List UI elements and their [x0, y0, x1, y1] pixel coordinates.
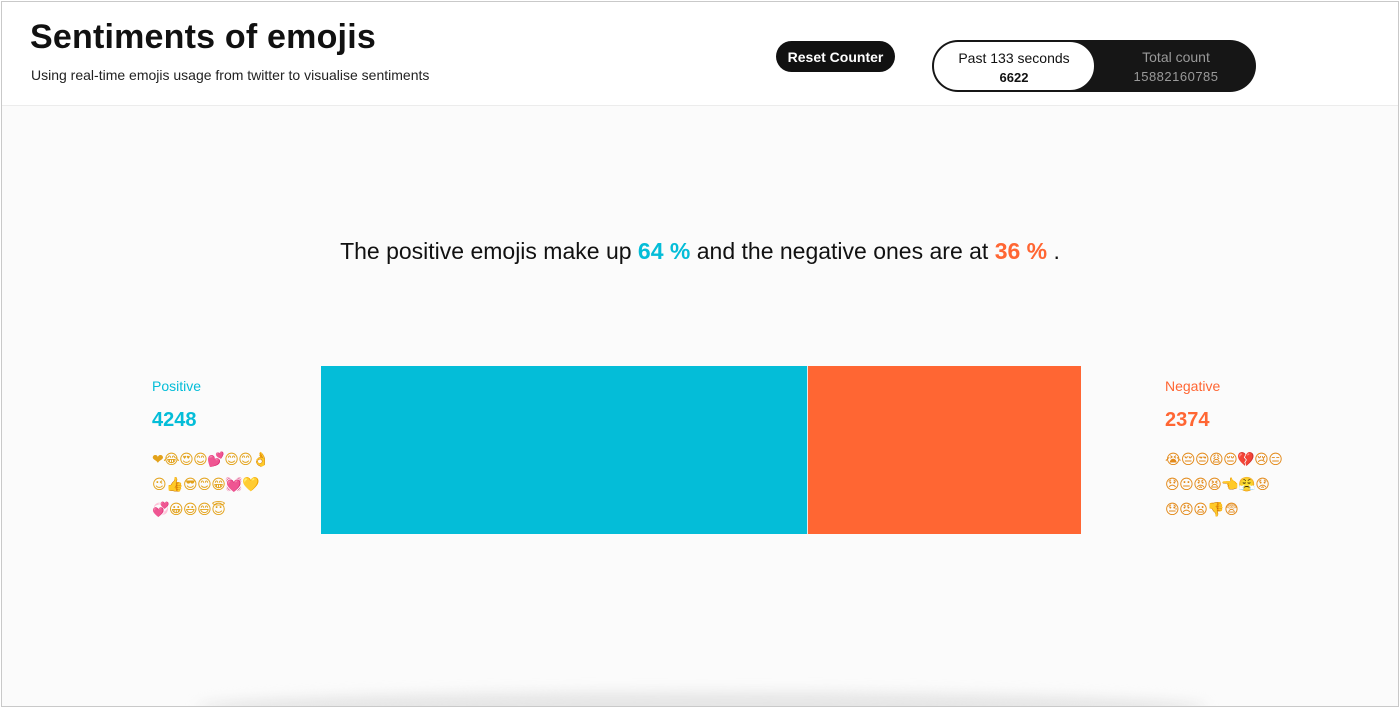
positive-percentage: 64 %: [637, 238, 691, 264]
total-count-label: Total count: [1142, 49, 1210, 65]
past-seconds-value: 6622: [999, 70, 1029, 85]
sentiment-summary: The positive emojis make up 64 % and the…: [2, 238, 1398, 265]
reset-counter-button[interactable]: Reset Counter: [776, 41, 895, 72]
positive-count: 4248: [152, 409, 197, 431]
sentiment-bar: [321, 366, 1081, 534]
page-subtitle: Using real-time emojis usage from twitte…: [31, 67, 430, 83]
negative-count: 2374: [1165, 409, 1210, 431]
summary-text-after: .: [1047, 238, 1060, 264]
total-count-value: 15882160785: [1133, 69, 1219, 84]
negative-label: Negative: [1165, 378, 1221, 394]
positive-emoji-list: ❤😂😍😊💕😊😊👌😉👍😎😊😁💓💛💞😀😃😄😇: [152, 452, 270, 518]
counter-toggle: Past 133 seconds 6622 Total count 158821…: [932, 40, 1256, 92]
negative-bar-segment: [807, 366, 1081, 534]
header: Sentiments of emojis Using real-time emo…: [2, 2, 1398, 106]
positive-panel: Positive 4248 ❤😂😍😊💕😊😊👌😉👍😎😊😁💓💛💞😀😃😄😇: [152, 378, 292, 523]
app-frame: Sentiments of emojis Using real-time emo…: [1, 1, 1399, 707]
negative-percentage: 36 %: [994, 238, 1048, 264]
negative-panel: Negative 2374 😭😔😒😩😔💔😢😑😞😐😡😫👈😤😟😓😠😦👎😨: [1165, 378, 1305, 523]
positive-bar-segment: [321, 366, 808, 534]
negative-emoji-list: 😭😔😒😩😔💔😢😑😞😐😡😫👈😤😟😓😠😦👎😨: [1165, 452, 1283, 518]
total-count-counter[interactable]: Total count 15882160785: [1096, 40, 1256, 92]
summary-text-before: The positive emojis make up: [340, 238, 638, 264]
summary-text-middle: and the negative ones are at: [690, 238, 995, 264]
past-seconds-label: Past 133 seconds: [958, 50, 1070, 66]
page-title: Sentiments of emojis: [30, 18, 376, 56]
footer-shadow: [197, 692, 1207, 706]
past-seconds-counter[interactable]: Past 133 seconds 6622: [933, 41, 1095, 91]
positive-label: Positive: [152, 378, 202, 394]
